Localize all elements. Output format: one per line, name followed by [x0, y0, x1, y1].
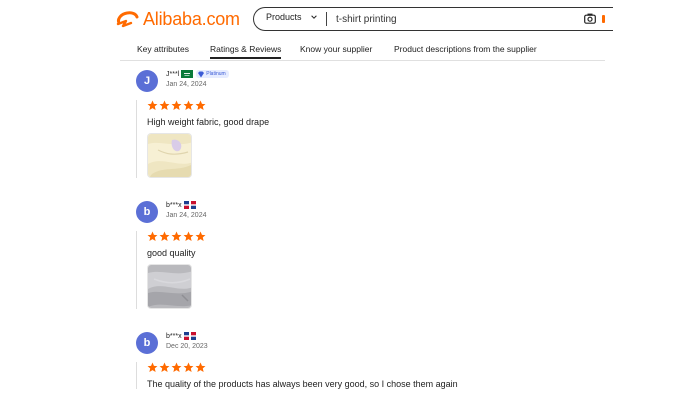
alibaba-logo[interactable]: Alibaba.com: [115, 8, 240, 30]
saudi-arabia-flag-icon: [181, 70, 194, 78]
review-text: good quality: [147, 248, 196, 258]
reviewer-info: b***x: [166, 332, 196, 340]
star-icon: [183, 362, 194, 372]
star-icon: [159, 362, 170, 372]
reviewer-info: b***x: [166, 201, 196, 209]
dominican-republic-flag-icon: [183, 332, 196, 340]
star-icon: [147, 100, 158, 110]
alibaba-logo-icon: [116, 11, 139, 28]
tab-key-attributes[interactable]: Key attributes: [137, 44, 189, 54]
search-button-edge[interactable]: [602, 15, 605, 23]
avatar: b: [136, 332, 158, 354]
review-text: The quality of the products has always b…: [147, 379, 458, 389]
star-icon: [195, 100, 206, 110]
star-icon: [171, 362, 182, 372]
review-text: High weight fabric, good drape: [147, 117, 270, 127]
diamond-icon: [198, 71, 205, 77]
star-icon: [183, 231, 194, 241]
avatar: J: [136, 70, 158, 92]
dominican-republic-flag-icon: [183, 201, 196, 209]
star-rating: [147, 100, 606, 111]
reviewer-name: b***x: [166, 332, 182, 340]
star-rating: [147, 231, 606, 242]
category-label: Products: [266, 12, 302, 22]
star-icon: [147, 231, 158, 241]
review-date: Jan 24, 2024: [166, 212, 207, 219]
tab-ratings-reviews[interactable]: Ratings & Reviews: [210, 44, 282, 59]
gray-fabric-photo: [148, 265, 191, 308]
star-icon: [147, 362, 158, 372]
brand-name: Alibaba.com: [143, 8, 240, 29]
cream-fabric-photo: [148, 134, 191, 177]
reviewer-name: b***x: [166, 201, 182, 209]
search-divider: [326, 12, 327, 26]
chevron-down-icon: [310, 15, 317, 19]
review-body: High weight fabric, good drape: [136, 100, 606, 178]
badge-label: Platinum: [206, 71, 226, 77]
camera-icon[interactable]: [584, 13, 596, 24]
star-icon: [159, 100, 170, 110]
reviewer-name: J***l: [166, 70, 180, 78]
search-bar: Products: [253, 7, 613, 31]
avatar: b: [136, 201, 158, 223]
product-tabs: Key attributes Ratings & Reviews Know yo…: [120, 40, 605, 61]
category-select[interactable]: Products: [266, 12, 318, 22]
tab-product-descriptions[interactable]: Product descriptions from the supplier: [394, 44, 537, 54]
tab-know-your-supplier[interactable]: Know your supplier: [300, 44, 372, 54]
platinum-badge: Platinum: [196, 70, 229, 78]
star-icon: [171, 231, 182, 241]
search-input[interactable]: [336, 10, 566, 28]
star-icon: [159, 231, 170, 241]
star-icon: [171, 100, 182, 110]
review-body: good quality: [136, 231, 606, 309]
reviewer-info: J***l Platinum: [166, 70, 229, 78]
star-rating: [147, 362, 606, 373]
review-date: Jan 24, 2024: [166, 81, 207, 88]
review-body: The quality of the products has always b…: [136, 362, 606, 389]
header: Alibaba.com Products: [0, 0, 700, 40]
review-photo-thumbnail[interactable]: [147, 264, 192, 309]
star-icon: [183, 100, 194, 110]
star-icon: [195, 231, 206, 241]
star-icon: [195, 362, 206, 372]
review-photo-thumbnail[interactable]: [147, 133, 192, 178]
review-date: Dec 20, 2023: [166, 343, 208, 350]
